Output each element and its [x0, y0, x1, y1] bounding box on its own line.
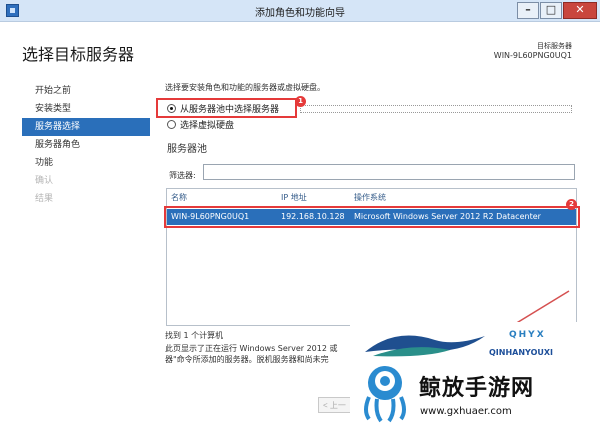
target-server-label: 目标服务器 — [537, 42, 572, 50]
nav-item-server-roles[interactable]: 服务器角色 — [22, 136, 150, 154]
wizard-nav: 开始之前 安装类型 服务器选择 服务器角色 功能 确认 结果 — [22, 82, 150, 208]
highlight-box-row — [164, 206, 580, 228]
column-header-os[interactable]: 操作系统 — [350, 189, 576, 206]
description-line-2: 器"命令所添加的服务器。脱机服务器和尚未完 — [165, 355, 329, 364]
filter-label: 筛选器: — [169, 171, 196, 180]
watermark-logo-icon — [365, 335, 485, 357]
intro-text: 选择要安装角色和功能的服务器或虚拟硬盘。 — [165, 83, 325, 92]
nav-item-installation-type[interactable]: 安装类型 — [22, 100, 150, 118]
page-title: 选择目标服务器 — [22, 45, 135, 64]
title-bar: 添加角色和功能向导 – □ ✕ — [0, 0, 600, 22]
target-server-name: WIN-9L60PNG0UQ1 — [493, 51, 572, 60]
window-title: 添加角色和功能向导 — [255, 8, 345, 19]
option-virtual-disk[interactable]: 选择虚拟硬盘 — [167, 117, 234, 131]
filter-input[interactable] — [203, 164, 575, 180]
nav-item-features[interactable]: 功能 — [22, 154, 150, 172]
radio-unselected-icon[interactable] — [167, 119, 176, 129]
table-header: 名称 IP 地址 操作系统 — [167, 189, 576, 207]
highlight-box-option — [156, 98, 297, 118]
step-badge-1: 1 — [295, 96, 306, 107]
maximize-button[interactable]: □ — [540, 2, 562, 19]
step-badge-2: 2 — [566, 199, 577, 210]
minimize-button[interactable]: – — [517, 2, 539, 19]
option-virtual-disk-label: 选择虚拟硬盘 — [180, 120, 235, 131]
nav-item-results: 结果 — [35, 194, 54, 204]
squid-logo-icon — [364, 366, 406, 423]
column-header-ip[interactable]: IP 地址 — [277, 189, 350, 206]
watermark-site-name: 鲸放手游网 — [419, 376, 535, 401]
watermark-brand: QHYX — [509, 330, 546, 340]
nav-item-confirmation: 确认 — [35, 176, 54, 186]
column-header-name[interactable]: 名称 — [167, 189, 277, 206]
found-count: 找到 1 个计算机 — [165, 331, 224, 340]
description-line-1: 此页显示了正在运行 Windows Server 2012 或 — [165, 344, 338, 353]
nav-item-server-selection[interactable]: 服务器选择 — [22, 118, 150, 136]
focus-outline — [300, 105, 572, 113]
close-button[interactable]: ✕ — [563, 2, 597, 19]
server-pool-title: 服务器池 — [167, 144, 207, 155]
watermark: QHYX QINHANYOUXI 鲸放手游网 www.gxhuaer.com — [350, 322, 600, 426]
nav-item-before-you-begin[interactable]: 开始之前 — [22, 82, 150, 100]
watermark-subtitle: QINHANYOUXI — [489, 348, 554, 357]
watermark-url: www.gxhuaer.com — [420, 406, 512, 417]
